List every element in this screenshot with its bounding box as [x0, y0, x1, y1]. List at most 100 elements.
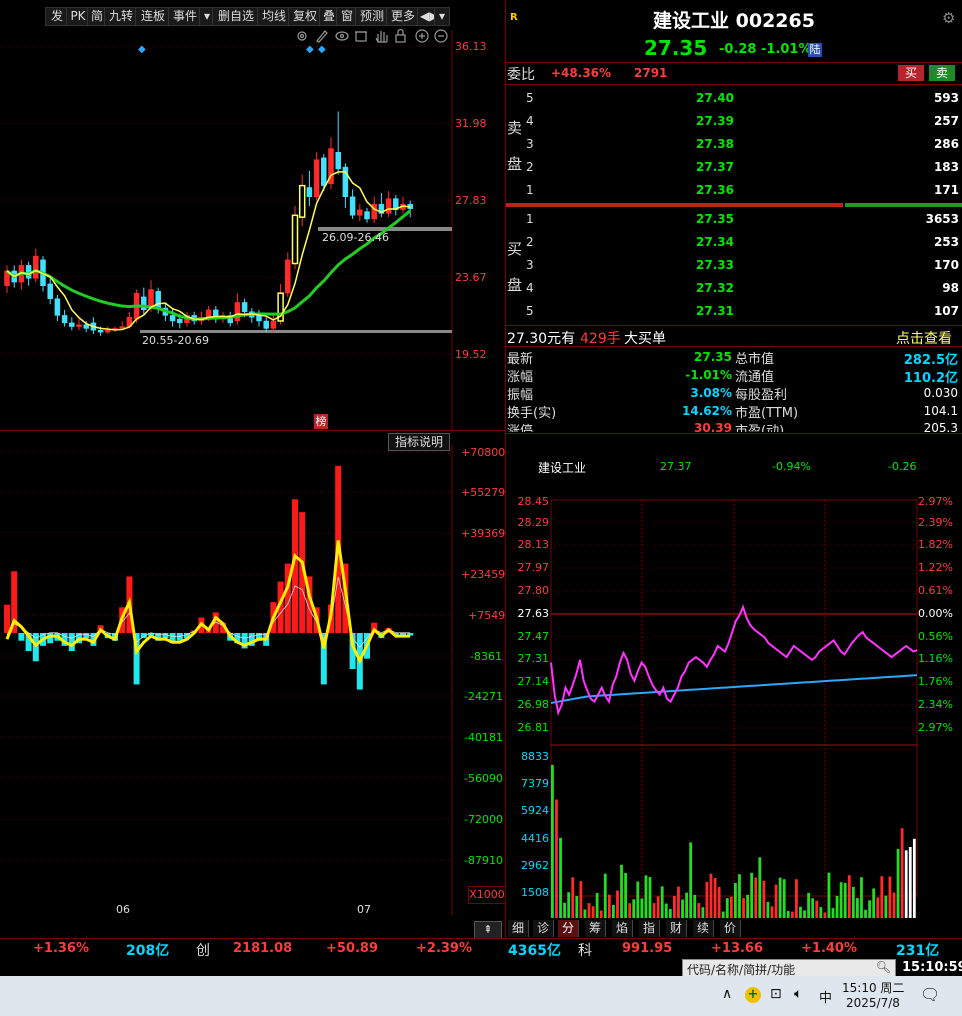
tab-chips[interactable]: 筹 [585, 920, 606, 937]
volume-bar [624, 873, 627, 918]
tab-diagnosis[interactable]: 诊 [533, 920, 554, 937]
search-icon[interactable]: 🔍︎ [876, 960, 891, 974]
candle-body [83, 324, 89, 329]
candle-body [313, 159, 320, 198]
candle [277, 283, 284, 325]
tab-finance[interactable]: 财 [666, 920, 687, 937]
lu-badge: 陆 [808, 43, 822, 57]
volume-bar [864, 909, 867, 918]
toolbar-remove-watchlist-button[interactable]: 删自选 [212, 7, 260, 26]
bid-row[interactable]: 1 27.35 3653 [506, 208, 962, 230]
bid-level: 1 [526, 212, 534, 226]
stat-value: 104.1 [923, 404, 958, 418]
bid-row[interactable]: 3 27.33 170 [506, 254, 962, 276]
candle [234, 293, 241, 325]
toolbar-forecast-button[interactable]: 预测 [355, 7, 389, 26]
volume-bar [689, 842, 693, 918]
intraday-price-label: 28.29 [517, 516, 550, 529]
rank-badge[interactable]: 榜 [314, 414, 328, 429]
sell-button[interactable]: 卖 [929, 65, 955, 81]
ticker-pct: +1.36% [33, 941, 89, 956]
gear-icon[interactable]: ⚙ [942, 9, 955, 27]
toolbar-jiuzhuan-button[interactable]: 九转 [104, 7, 138, 26]
volume-bar [603, 873, 607, 918]
bid-row[interactable]: 4 27.32 98 [506, 277, 962, 299]
volume-bar [705, 881, 709, 918]
bid-volume: 3653 [925, 212, 959, 226]
buy-button[interactable]: 买 [898, 65, 924, 81]
toolbar-more-button[interactable]: 更多 [386, 7, 420, 26]
weibi-value: +48.36% [551, 66, 612, 80]
indicator-y-label: -8361 [470, 650, 502, 663]
stat-label: 流通值 [735, 370, 775, 385]
intraday-pct-label: 1.16% [918, 652, 953, 665]
volume-bar [616, 890, 619, 918]
indicator-y-label: +39369 [461, 527, 506, 540]
candle [33, 248, 39, 283]
indicator-y-label: -40181 [464, 731, 503, 744]
speaker-icon[interactable]: 🔈︎ [794, 986, 802, 1002]
divider [506, 84, 962, 85]
volume-bar [567, 892, 571, 918]
tab-price[interactable]: 价 [720, 920, 741, 937]
chevron-up-icon[interactable]: ∧ [722, 986, 732, 1002]
toolbar-adjust-button[interactable]: 复权 [288, 7, 322, 26]
toolbar-event-button[interactable]: 事件 [168, 7, 202, 26]
ticker-amount: 231亿 [896, 943, 940, 959]
intraday-chart[interactable] [506, 478, 962, 920]
ask-row[interactable]: 1 27.36 171 [506, 179, 962, 201]
kline-chart[interactable] [0, 30, 505, 430]
bid-price: 27.35 [696, 212, 734, 226]
ime-indicator[interactable]: 中 [819, 987, 832, 1006]
ask-row[interactable]: 2 27.37 183 [506, 156, 962, 178]
candle [141, 287, 147, 316]
toolbar-more-dropdown[interactable]: ▾ [434, 7, 450, 26]
diamond-marker-icon[interactable]: ◆ [138, 44, 146, 55]
diamond-marker-icon[interactable]: ◆ [318, 44, 326, 55]
tab-flame[interactable]: 焰 [612, 920, 633, 937]
volume-bar [742, 898, 745, 918]
app-tray-icon[interactable]: + [745, 987, 761, 1003]
volume-bar [803, 910, 806, 918]
ask-level: 1 [526, 183, 534, 197]
volume-bar [668, 908, 672, 918]
scroll-top-icon[interactable]: ⇞ [474, 921, 502, 939]
stat-label: 换手(实) [507, 406, 557, 421]
tab-minute[interactable]: 分 [558, 920, 579, 937]
toolbar-lianban-button[interactable]: 连板 [135, 7, 171, 26]
search-box[interactable]: 代码/名称/简拼/功能 🔍︎ [682, 959, 896, 977]
tab-index[interactable]: 指 [639, 920, 660, 937]
ticker-value: 991.95 [622, 941, 673, 956]
intraday-pct-label: 0.00% [918, 607, 953, 620]
tab-detail[interactable]: 细 [508, 920, 529, 937]
big-order-qty: 429手 [580, 331, 621, 347]
indicator-y-label: -72000 [464, 813, 503, 826]
ask-row[interactable]: 4 27.39 257 [506, 110, 962, 132]
volume-bar [860, 877, 863, 918]
big-order-link[interactable]: 点击查看 [896, 328, 952, 348]
taskbar-time[interactable]: 15:10 周二 [842, 979, 904, 996]
toolbar-ma-button[interactable]: 均线 [257, 7, 291, 26]
bid-row[interactable]: 2 27.34 253 [506, 231, 962, 253]
candle-body [97, 330, 104, 333]
tab-continue[interactable]: 续 [693, 920, 714, 937]
indicator-y-label: -24271 [464, 690, 503, 703]
notification-icon[interactable]: 🗨︎ [920, 985, 940, 1004]
network-icon[interactable]: ⊡ [770, 986, 782, 1002]
candle-body [364, 211, 370, 220]
ask-volume: 171 [933, 183, 959, 197]
intraday-pct-label: 2.34% [918, 698, 953, 711]
bid-row[interactable]: 5 27.31 107 [506, 300, 962, 322]
ask-row[interactable]: 3 27.38 286 [506, 133, 962, 155]
ask-level: 5 [526, 91, 534, 105]
index-ticker[interactable]: +1.36% 208亿 创 2181.08 +50.89 +2.39% 4365… [0, 938, 962, 960]
diamond-marker-icon[interactable]: ◆ [306, 44, 314, 55]
candle [54, 295, 61, 321]
indicator-chart[interactable] [0, 445, 455, 915]
ask-row[interactable]: 5 27.40 593 [506, 87, 962, 109]
intraday-price-label: 28.13 [517, 538, 550, 551]
volume-bar [839, 882, 843, 918]
indicator-y-label: +23459 [461, 568, 506, 581]
candle-body [285, 259, 291, 294]
taskbar-date[interactable]: 2025/7/8 [846, 996, 900, 1010]
